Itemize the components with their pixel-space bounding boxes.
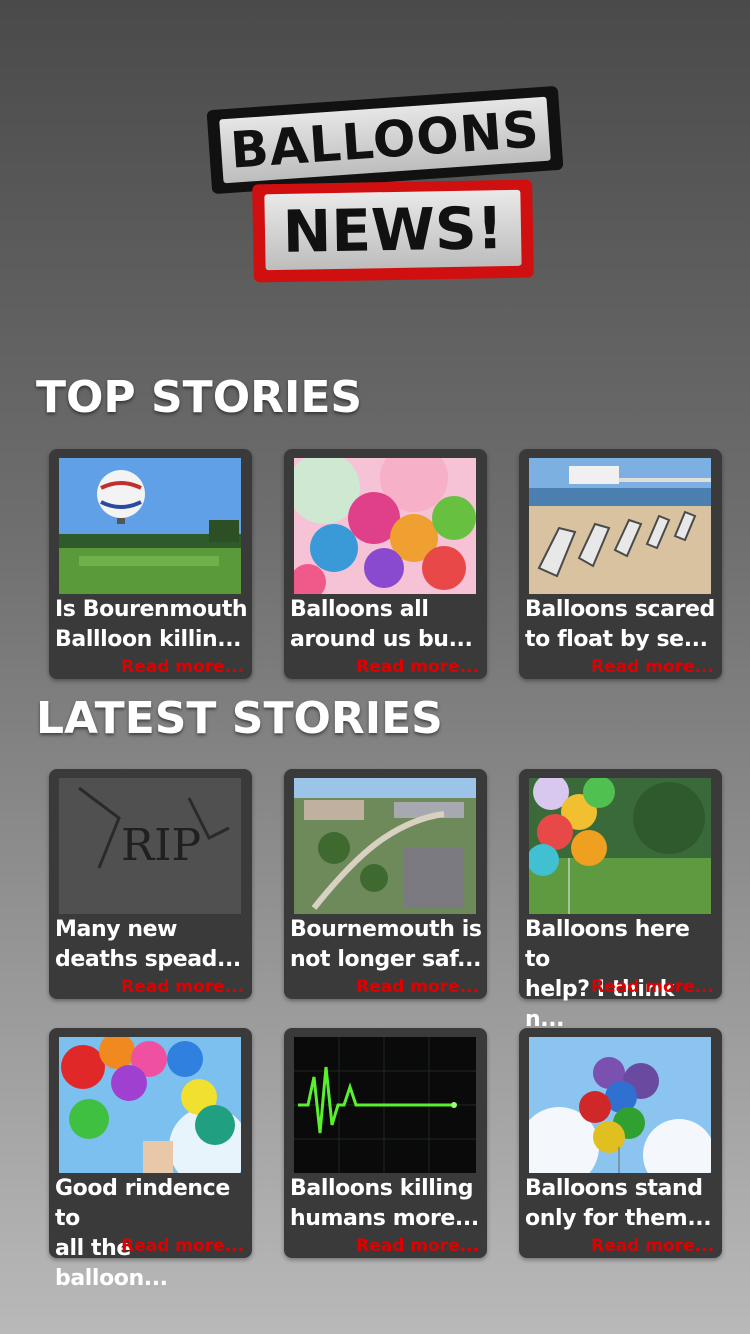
story-title: Good rindence to all the balloon... [55,1176,230,1291]
story-card-latest-3[interactable]: Balloons here to help? I think n... Read… [519,769,722,1032]
story-image-rip-gravestone: RIP [59,778,241,914]
logo-line-1: BALLOONS [219,96,551,184]
story-title: Many new deaths spead... [55,917,241,972]
balloons-news-logo: BALLOONS NEWS! [205,85,575,288]
story-image-town-aerial [294,778,476,914]
story-card-latest-1[interactable]: RIP Many new deaths spead... Read more..… [49,769,252,999]
story-title: Balloons all around us bu... [290,597,473,652]
story-image-heart-monitor [294,1037,476,1173]
story-image-hand-balloons [59,1037,241,1173]
read-more-link[interactable]: Read more... [121,657,244,677]
read-more-link[interactable]: Read more... [356,657,479,677]
svg-text:RIP: RIP [121,820,201,871]
latest-stories-heading: LATEST STORIES [36,693,443,744]
read-more-link[interactable]: Read more... [121,977,244,997]
story-card-top-3[interactable]: Balloons scared to float by se... Read m… [519,449,722,679]
story-title: Balloons stand only for them... [525,1176,712,1231]
read-more-link[interactable]: Read more... [591,977,714,997]
story-title: Balloons here to help? I think n... [525,917,690,1032]
read-more-link[interactable]: Read more... [356,977,479,997]
story-title: Is Bourenmouth Ballloon killin... [55,597,248,652]
story-title: Bournemouth is not longer saf... [290,917,482,972]
read-more-link[interactable]: Read more... [591,657,714,677]
story-card-top-1[interactable]: Is Bourenmouth Ballloon killin... Read m… [49,449,252,679]
read-more-link[interactable]: Read more... [591,1236,714,1256]
read-more-link[interactable]: Read more... [356,1236,479,1256]
story-image-hot-air-balloon [59,458,241,594]
story-card-latest-2[interactable]: Bournemouth is not longer saf... Read mo… [284,769,487,999]
story-title: Balloons killing humans more... [290,1176,479,1231]
logo-line-2: NEWS! [264,189,522,271]
story-image-colorful-balloons [294,458,476,594]
story-image-balloons-sky [529,1037,711,1173]
top-stories-heading: TOP STORIES [36,372,363,423]
story-card-latest-6[interactable]: Balloons stand only for them... Read mor… [519,1028,722,1258]
read-more-link[interactable]: Read more... [121,1236,244,1256]
story-card-latest-5[interactable]: Balloons killing humans more... Read mor… [284,1028,487,1258]
story-card-latest-4[interactable]: Good rindence to all the balloon... Read… [49,1028,252,1291]
story-title: Balloons scared to float by se... [525,597,715,652]
story-card-top-2[interactable]: Balloons all around us bu... Read more..… [284,449,487,679]
story-image-balloons-grass [529,778,711,914]
story-image-beach-deckchairs [529,458,711,594]
